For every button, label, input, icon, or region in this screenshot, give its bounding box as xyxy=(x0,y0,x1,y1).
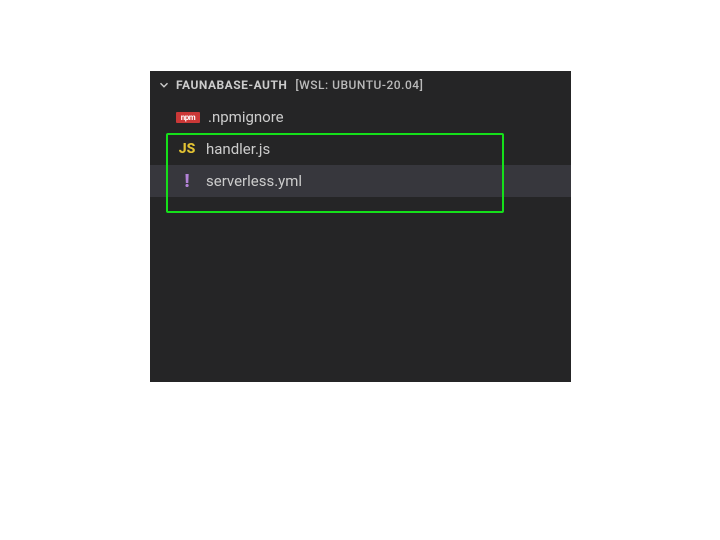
file-name: serverless.yml xyxy=(206,172,302,190)
npm-icon: npm xyxy=(176,112,200,123)
yaml-icon: ! xyxy=(176,171,198,191)
file-name: .npmignore xyxy=(208,108,284,126)
project-name: FAUNABASE-AUTH xyxy=(176,78,287,92)
file-row-npmignore[interactable]: npm .npmignore xyxy=(150,101,571,133)
file-explorer-panel: FAUNABASE-AUTH [WSL: UBUNTU-20.04] npm .… xyxy=(150,71,571,382)
file-row-serverless[interactable]: ! serverless.yml xyxy=(150,165,571,197)
explorer-header[interactable]: FAUNABASE-AUTH [WSL: UBUNTU-20.04] xyxy=(150,71,571,99)
js-icon: JS xyxy=(176,139,198,159)
file-row-handler[interactable]: JS handler.js xyxy=(150,133,571,165)
project-context: [WSL: UBUNTU-20.04] xyxy=(295,78,423,92)
chevron-down-icon xyxy=(156,77,172,93)
file-list: npm .npmignore JS handler.js ! serverles… xyxy=(150,101,571,197)
file-name: handler.js xyxy=(206,140,270,158)
